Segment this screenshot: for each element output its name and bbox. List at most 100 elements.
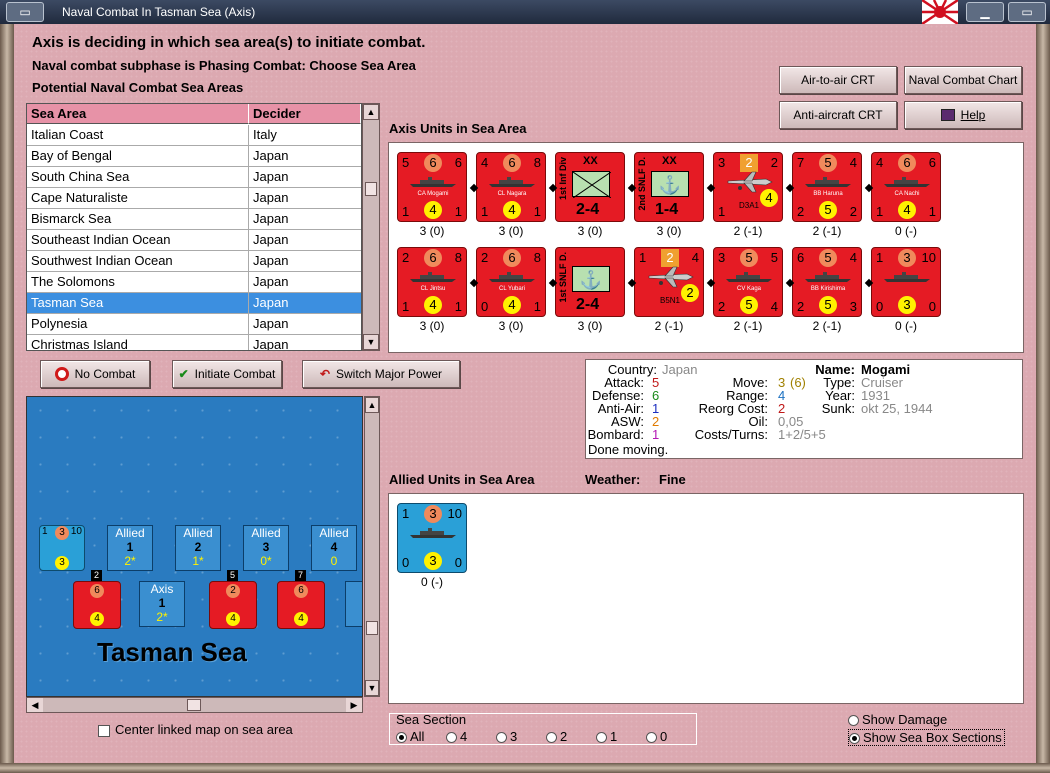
sea-section-radio[interactable] (646, 732, 657, 744)
sea-section-option[interactable]: 0 (646, 729, 667, 744)
unit-counter[interactable]: 7 5 4 2 5 2 BB Haruna (792, 152, 862, 222)
sea-box[interactable]: A (345, 581, 362, 627)
sea-box[interactable]: Allied 3 0* (243, 525, 289, 571)
map-scroll-right-arrow[interactable]: ▶ (346, 698, 362, 712)
column-header-decider[interactable]: Decider (249, 104, 361, 124)
sea-section-radio[interactable] (496, 732, 507, 744)
sea-section-option[interactable]: 3 (496, 729, 517, 744)
allied-units-panel: 1 3 10 0 3 0 0 (-) (388, 493, 1024, 704)
counter-value-tr: 4 (691, 250, 699, 265)
table-row[interactable]: The Solomons Japan (27, 272, 361, 293)
show-sea-box-sections-label: Show Sea Box Sections (863, 730, 1002, 745)
unit-counter[interactable]: 2nd SNLF D. XX ⚓ 1-4 (634, 152, 704, 222)
map-vertical-scrollbar[interactable]: ▲ ▼ (364, 396, 380, 697)
sea-section-radio[interactable] (546, 732, 557, 744)
map-axis-counter[interactable]: 64 (277, 581, 325, 629)
scroll-down-arrow[interactable]: ▼ (363, 334, 379, 350)
map-counter-value: 1 (42, 526, 48, 537)
table-row[interactable]: Italian Coast Italy (27, 125, 361, 146)
table-row[interactable]: Southeast Indian Ocean Japan (27, 230, 361, 251)
help-button[interactable]: Help (904, 101, 1022, 129)
unit-counter[interactable]: 3 5 5 2 5 4 CV Kaga (713, 247, 783, 317)
sea-box[interactable]: Allied 4 0 (311, 525, 357, 571)
unit-counter[interactable]: 1 2 4 2 B5N1 (634, 247, 704, 317)
sea-section-radio[interactable] (446, 732, 457, 744)
table-row[interactable]: South China Sea Japan (27, 167, 361, 188)
table-row[interactable]: Polynesia Japan (27, 314, 361, 335)
unit-counter[interactable]: 1st Inf Div XX 2-4 (555, 152, 625, 222)
initiate-combat-button[interactable]: ✔ Initiate Combat (172, 360, 282, 388)
show-sea-box-sections-radio[interactable] (849, 733, 860, 745)
unit-counter[interactable]: 3 2 2 1 4 D3A1 (713, 152, 783, 222)
map-scroll-up-arrow[interactable]: ▲ (365, 397, 379, 413)
unit-counter[interactable]: 5 6 6 1 4 1 CA Mogami (397, 152, 467, 222)
sea-section-radio[interactable] (396, 732, 407, 744)
switch-major-power-button[interactable]: ↶ Switch Major Power (302, 360, 460, 388)
map-axis-counter[interactable]: 24 (209, 581, 257, 629)
sea-box[interactable]: Allied 2 1* (175, 525, 221, 571)
map-axis-counter[interactable]: 64 (73, 581, 121, 629)
unit-counter[interactable]: 1 3 10 0 3 0 (397, 503, 467, 573)
unit-strength-label: 3 (0) (419, 319, 445, 333)
unit-counter[interactable]: 2 6 8 1 4 1 CL Jintsu (397, 247, 467, 317)
map-horizontal-scrollbar[interactable]: ◀ ▶ (26, 697, 363, 713)
show-damage-option[interactable]: Show Damage (848, 712, 947, 727)
frame-bottom (0, 763, 1050, 773)
map-vscroll-thumb[interactable] (366, 621, 378, 635)
unit-counter[interactable]: 1 3 10 0 3 0 (871, 247, 941, 317)
table-row[interactable]: Southwest Indian Ocean Japan (27, 251, 361, 272)
counter-value-bc: 4 (898, 201, 916, 219)
unit-counter[interactable]: 1st SNLF D. ⚓ 2-4 (555, 247, 625, 317)
air-to-air-crt-button[interactable]: Air-to-air CRT (779, 66, 897, 94)
scroll-up-arrow[interactable]: ▲ (363, 104, 379, 120)
sea-section-option[interactable]: All (396, 729, 424, 744)
show-sea-box-sections-option[interactable]: Show Sea Box Sections (848, 729, 1005, 746)
counter-value-tc: 5 (740, 249, 758, 267)
costs-turns-value: 1+2/5+5 (778, 427, 826, 442)
center-map-checkbox[interactable]: Center linked map on sea area (98, 722, 293, 737)
sea-area-cell: Polynesia (31, 316, 88, 331)
show-damage-radio[interactable] (848, 715, 859, 727)
counter-value-br: 2 (849, 204, 857, 219)
sea-section-option[interactable]: 2 (546, 729, 567, 744)
minimize-button[interactable]: ▁ (966, 2, 1004, 22)
counter-value-tr: 6 (454, 155, 462, 170)
naval-combat-chart-button[interactable]: Naval Combat Chart (904, 66, 1022, 94)
counter-value-br: 1 (928, 204, 936, 219)
anti-aircraft-crt-button[interactable]: Anti-aircraft CRT (779, 101, 897, 129)
unit-counter[interactable]: 4 6 8 1 4 1 CL Nagara (476, 152, 546, 222)
counter-value-br: 0 (454, 555, 462, 570)
table-row[interactable]: Bismarck Sea Japan (27, 209, 361, 230)
table-scrollbar[interactable]: ▲ ▼ (362, 103, 380, 351)
counter-value-tl: 4 (876, 155, 884, 170)
unit-counter[interactable]: 4 6 6 1 4 1 CA Nachi (871, 152, 941, 222)
map-allied-counter[interactable]: 1 3 10 3 (39, 525, 85, 571)
map-scroll-left-arrow[interactable]: ◀ (27, 698, 43, 712)
table-row[interactable]: Bay of Bengal Japan (27, 146, 361, 167)
sea-box-side: Allied (183, 526, 213, 540)
sea-area-map[interactable]: Allied 1 2* Allied 2 1* Allied 3 0* Allied 4 0 Axis 1… (26, 396, 363, 697)
map-counter-value: 4 (90, 612, 104, 626)
scroll-thumb[interactable] (365, 182, 377, 196)
maximize-button[interactable]: ▭ (1008, 2, 1046, 22)
map-hscroll-thumb[interactable] (187, 699, 201, 711)
table-row[interactable]: Christmas Island Japan (27, 335, 361, 350)
unit-counter[interactable]: 2 6 8 0 4 1 CL Yubari (476, 247, 546, 317)
sea-section-option[interactable]: 4 (446, 729, 467, 744)
sea-section-option-label: 0 (660, 729, 668, 744)
center-map-checkbox-box[interactable] (98, 724, 110, 737)
sea-section-option[interactable]: 1 (596, 729, 617, 744)
map-scroll-down-arrow[interactable]: ▼ (365, 680, 379, 696)
sea-section-radio[interactable] (596, 732, 607, 744)
system-menu-button[interactable]: ▭ (6, 2, 44, 22)
column-header-sea-area[interactable]: Sea Area (27, 104, 249, 124)
table-row[interactable]: Tasman Sea Japan (27, 293, 361, 314)
no-entry-icon (54, 367, 69, 381)
unit-counter[interactable]: 6 5 4 2 5 3 BB Kirishima (792, 247, 862, 317)
no-combat-button[interactable]: No Combat (40, 360, 150, 388)
frame-left (0, 24, 14, 773)
sea-box[interactable]: Axis 1 2* (139, 581, 185, 627)
sea-box[interactable]: Allied 1 2* (107, 525, 153, 571)
help-book-icon (940, 109, 955, 121)
table-row[interactable]: Cape Naturaliste Japan (27, 188, 361, 209)
